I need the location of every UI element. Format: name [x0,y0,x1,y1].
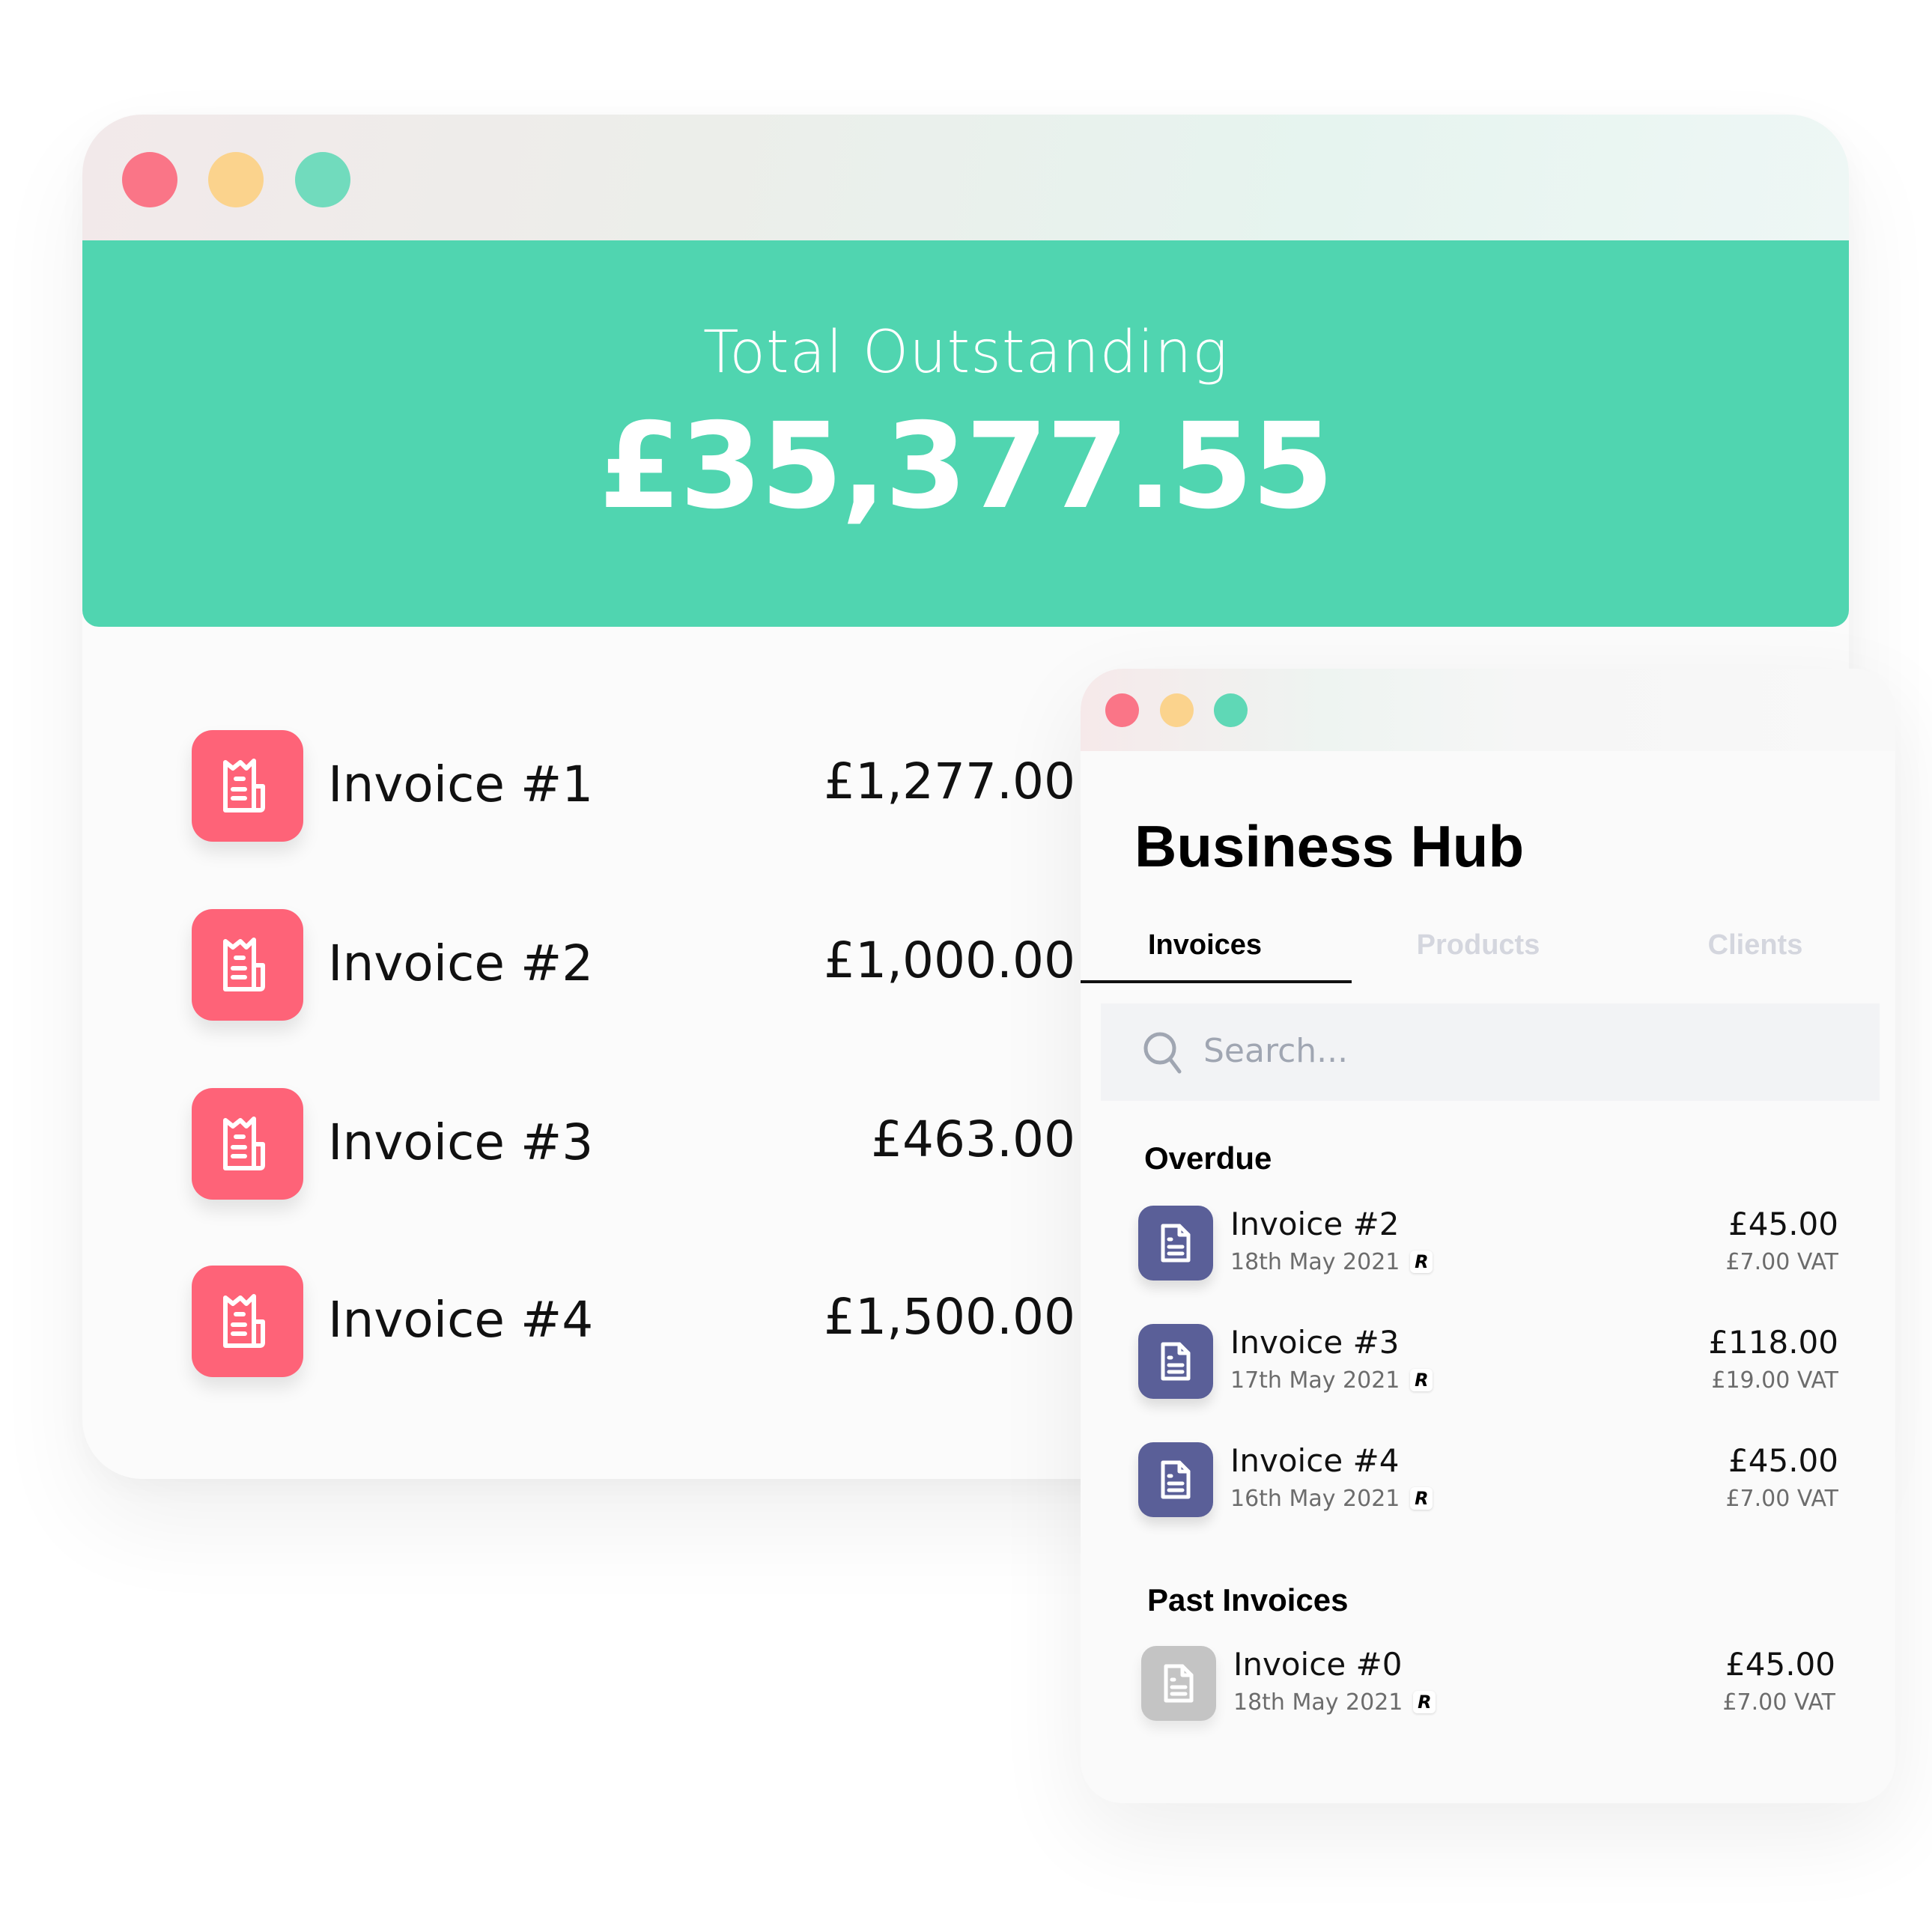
revolut-r-icon: R [1413,1691,1436,1713]
search-input[interactable]: Search... [1101,1003,1880,1101]
document-icon [1138,1324,1213,1399]
invoice-date: 16th May 2021 R [1230,1486,1433,1512]
invoice-date-text: 18th May 2021 [1230,1249,1400,1275]
document-icon [1138,1442,1213,1517]
invoice-amount: £45.00 [1728,1206,1838,1242]
close-window-button[interactable] [122,152,177,207]
window-titlebar [82,115,1849,240]
total-outstanding-amount: £35,377.55 [598,398,1334,535]
invoice-vat: £7.00 VAT [1725,1249,1838,1275]
invoice-date: 17th May 2021 R [1230,1367,1433,1394]
receipt-icon [192,1266,303,1377]
close-window-button[interactable] [1105,693,1139,727]
receipt-icon [192,1088,303,1200]
invoice-name: Invoice #3 [328,1114,594,1171]
document-icon [1138,1206,1213,1281]
invoice-amount: £463.00 [871,1111,1075,1168]
total-outstanding-header: Total Outstanding £35,377.55 [82,240,1849,627]
page-title: Business Hub [1134,813,1525,879]
revolut-r-icon: R [1410,1369,1433,1391]
search-placeholder: Search... [1203,1032,1349,1070]
invoice-name: Invoice #2 [328,935,594,992]
receipt-icon [192,909,303,1021]
tab-products[interactable]: Products [1417,929,1540,962]
window-titlebar [1081,669,1895,751]
invoice-amount: £1,500.00 [824,1288,1075,1346]
revolut-r-icon: R [1410,1251,1433,1273]
invoice-name: Invoice #2 [1230,1206,1400,1242]
overdue-invoice-row[interactable]: Invoice #4 16th May 2021 R £45.00 £7.00 V… [1138,1442,1838,1519]
section-title-overdue: Overdue [1144,1140,1272,1176]
minimize-window-button[interactable] [208,152,264,207]
business-hub-window: Business Hub Invoices Products Clients S… [1081,669,1895,1803]
invoice-amount: £1,000.00 [824,932,1075,989]
invoice-row[interactable]: Invoice #2 £1,000.00 [192,909,1075,1021]
section-title-past-invoices: Past Invoices [1147,1582,1349,1617]
invoice-name: Invoice #3 [1230,1324,1400,1361]
overdue-invoice-row[interactable]: Invoice #2 18th May 2021 R £45.00 £7.00 V… [1138,1206,1838,1282]
invoice-date: 18th May 2021 R [1230,1249,1433,1275]
invoice-amount: £45.00 [1728,1442,1838,1479]
past-invoice-row[interactable]: Invoice #0 18th May 2021 R £45.00 £7.00 V… [1141,1646,1835,1722]
invoice-name: Invoice #0 [1233,1646,1403,1683]
maximize-window-button[interactable] [1214,693,1248,727]
invoice-date: 18th May 2021 R [1233,1689,1436,1716]
invoice-amount: £118.00 [1708,1324,1838,1361]
invoice-date-text: 17th May 2021 [1230,1367,1400,1394]
receipt-icon [192,730,303,842]
invoice-row[interactable]: Invoice #1 £1,277.00 [192,730,1075,842]
overdue-invoice-row[interactable]: Invoice #3 17th May 2021 R £118.00 £19.00… [1138,1324,1838,1400]
active-tab-indicator [1081,980,1352,983]
search-icon [1143,1032,1182,1074]
invoice-row[interactable]: Invoice #3 £463.00 [192,1088,1075,1200]
invoice-date-text: 16th May 2021 [1230,1486,1400,1512]
minimize-window-button[interactable] [1160,693,1194,727]
maximize-window-button[interactable] [295,152,350,207]
invoice-name: Invoice #4 [328,1291,594,1349]
total-outstanding-label: Total Outstanding [702,319,1229,386]
invoice-amount: £1,277.00 [824,753,1075,810]
tab-clients[interactable]: Clients [1708,929,1803,962]
tab-invoices[interactable]: Invoices [1148,929,1262,962]
invoice-date-text: 18th May 2021 [1233,1689,1403,1716]
invoice-name: Invoice #4 [1230,1442,1400,1479]
invoice-row[interactable]: Invoice #4 £1,500.00 [192,1266,1075,1377]
invoice-vat: £7.00 VAT [1725,1486,1838,1512]
invoice-amount: £45.00 [1725,1646,1835,1683]
document-icon [1141,1646,1216,1721]
revolut-r-icon: R [1410,1487,1433,1510]
invoice-name: Invoice #1 [328,756,594,813]
invoice-vat: £7.00 VAT [1722,1689,1835,1716]
invoice-vat: £19.00 VAT [1711,1367,1838,1394]
